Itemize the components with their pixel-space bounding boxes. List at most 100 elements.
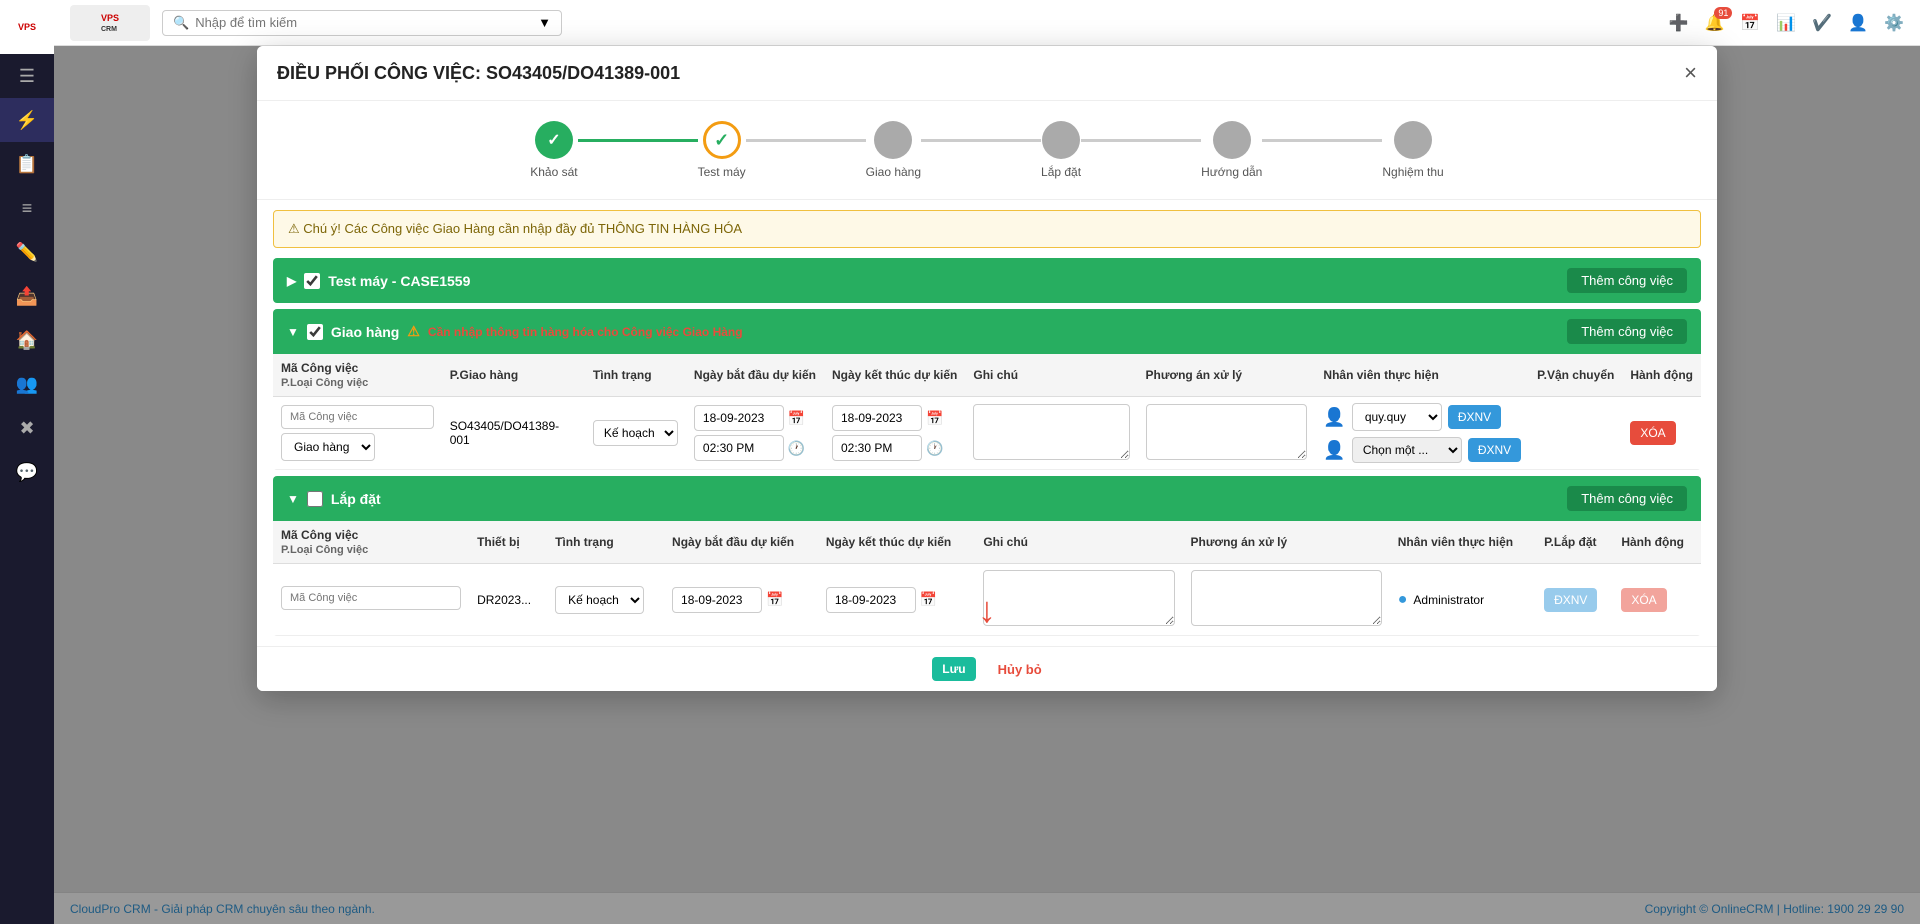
th-ghi-chu-ld: Ghi chú (975, 521, 1182, 564)
sidebar-icon-docs[interactable]: 📋 (0, 142, 54, 186)
step-line-1 (578, 139, 698, 142)
lap-dat-table-head: Mã Công việcP.Loại Công việc Thiết bị Tì… (273, 521, 1701, 564)
clock-btn-start-gh[interactable]: 🕐 (788, 440, 805, 457)
sidebar-icon-active[interactable]: ⚡ (0, 98, 54, 142)
steps-container: ✓ Khảo sát ✓ Test máy Giao hàng (257, 101, 1717, 200)
expand-arrow-lapdat[interactable]: ▼ (287, 492, 299, 506)
close-button[interactable]: × (1684, 60, 1697, 86)
expand-arrow-testmay[interactable]: ▶ (287, 274, 296, 288)
dxnv-btn-1-gh[interactable]: ĐXNV (1448, 405, 1501, 429)
step-label-giaohang: Giao hàng (866, 165, 921, 179)
input-ngay-bat-dau-ld[interactable] (672, 587, 762, 613)
sidebar-icon-home[interactable]: 🏠 (0, 318, 54, 362)
step-line-2 (746, 139, 866, 142)
sidebar-icon-edit[interactable]: ✏️ (0, 230, 54, 274)
input-gio-bat-dau-gh[interactable] (694, 435, 784, 461)
th-ngay-ket-thuc-ld: Ngày kết thúc dự kiến (818, 521, 976, 564)
calendar-btn-start-gh[interactable]: 📅 (788, 410, 805, 427)
warn-icon-giaohang: ⚠ (407, 323, 420, 340)
save-button[interactable]: Lưu (932, 657, 975, 681)
calendar-btn-end-ld[interactable]: 📅 (920, 591, 937, 608)
td-hanh-dong-ld: XÓA (1613, 564, 1701, 636)
step-label-khaosat: Khảo sát (530, 165, 577, 179)
giao-hang-header-row: Mã Công việcP.Loại Công việc P.Giao hàng… (273, 354, 1701, 397)
sidebar-logo: VPS (0, 0, 54, 54)
sidebar-icon-chat[interactable]: 💬 (0, 450, 54, 494)
th-p-lap-dat: P.Lắp đặt (1536, 521, 1613, 564)
th-ghi-chu-gh: Ghi chú (965, 354, 1137, 397)
checkbox-giaohang[interactable] (307, 324, 323, 340)
calendar-btn-end-gh[interactable]: 📅 (926, 410, 943, 427)
select-tinh-trang-gh[interactable]: Kế hoạch (593, 420, 678, 446)
add-cong-viec-testmay-button[interactable]: Thêm công việc (1567, 268, 1687, 293)
th-phuong-an-ld: Phương án xử lý (1183, 521, 1390, 564)
sidebar-icon-list[interactable]: ≡ (0, 186, 54, 230)
step-huong-dan: Hướng dẫn (1201, 121, 1262, 179)
td-ghi-chu-gh (965, 397, 1137, 470)
warning-text: ⚠ Chú ý! Các Công việc Giao Hàng cần nhậ… (288, 221, 742, 237)
calendar-icon[interactable]: 📅 (1740, 13, 1760, 33)
calendar-btn-start-ld[interactable]: 📅 (766, 591, 783, 608)
dxnv-btn-ld[interactable]: ĐXNV (1544, 588, 1597, 612)
search-input[interactable] (195, 15, 532, 30)
input-ngay-bat-dau-gh[interactable] (694, 405, 784, 431)
sidebar-icon-close[interactable]: ✖ (0, 406, 54, 450)
sidebar-icon-upload[interactable]: 📤 (0, 274, 54, 318)
textarea-ghi-chu-ld[interactable] (983, 570, 1174, 626)
input-ma-cong-viec-ld[interactable] (281, 586, 461, 610)
textarea-ghi-chu-gh[interactable] (973, 404, 1129, 460)
nhan-vien-ld-value: Administrator (1413, 593, 1484, 607)
table-row: Giao hàng SO43405/DO41389-001 (273, 397, 1701, 470)
td-ma-cong-viec-ld (273, 564, 469, 636)
input-ngay-ket-thuc-gh[interactable] (832, 405, 922, 431)
section-giao-hang-header: ▼ Giao hàng ⚠ Cần nhập thông tin hàng hó… (273, 309, 1701, 354)
sidebar-icon-users[interactable]: 👥 (0, 362, 54, 406)
add-cong-viec-lapdat-button[interactable]: Thêm công việc (1567, 486, 1687, 511)
textarea-phuong-an-ld[interactable] (1191, 570, 1382, 626)
select-loai-cong-viec-gh[interactable]: Giao hàng (281, 433, 375, 461)
notification-badge: 91 (1714, 7, 1732, 19)
xoa-btn-gh[interactable]: XÓA (1630, 421, 1675, 445)
td-p-lap-dat: ĐXNV (1536, 564, 1613, 636)
section-lap-dat: ▼ Lắp đặt Thêm công việc Mã Công việcP.L… (273, 476, 1701, 636)
td-ngay-bat-dau-gh: 📅 🕐 (686, 397, 824, 470)
th-thiet-bi: Thiết bị (469, 521, 547, 564)
thiet-bi-value: DR2023... (477, 593, 531, 607)
step-line-4 (1081, 139, 1201, 142)
table-row-ld: DR2023... Kế hoạch (273, 564, 1701, 636)
checkbox-lapdat[interactable] (307, 491, 323, 507)
td-tinh-trang-gh: Kế hoạch (585, 397, 686, 470)
td-phuong-an-ld (1183, 564, 1390, 636)
logo-text: VPS (18, 22, 36, 32)
cancel-button[interactable]: Hủy bỏ (998, 662, 1042, 677)
input-gio-ket-thuc-gh[interactable] (832, 435, 922, 461)
dxnv-btn-2-gh[interactable]: ĐXNV (1468, 438, 1521, 462)
input-ngay-ket-thuc-ld[interactable] (826, 587, 916, 613)
checkbox-testmay[interactable] (304, 273, 320, 289)
steps: ✓ Khảo sát ✓ Test máy Giao hàng (530, 121, 1443, 179)
textarea-phuong-an-gh[interactable] (1146, 404, 1308, 460)
chart-icon[interactable]: 📊 (1776, 13, 1796, 33)
clock-btn-end-gh[interactable]: 🕐 (926, 440, 943, 457)
th-tinh-trang-gh: Tình trạng (585, 354, 686, 397)
chon-mot-select-gh[interactable]: Chọn một ... (1352, 437, 1462, 463)
sidebar-icon-menu[interactable]: ☰ (0, 54, 54, 98)
xoa-btn-ld[interactable]: XÓA (1621, 588, 1666, 612)
step-test-may: ✓ Test máy (698, 121, 746, 179)
user-icon[interactable]: 👤 (1848, 13, 1868, 33)
notification-icon[interactable]: 🔔 91 (1704, 13, 1724, 33)
select-tinh-trang-ld[interactable]: Kế hoạch (555, 586, 644, 614)
search-bar[interactable]: 🔍 ▼ (162, 10, 562, 36)
check-icon[interactable]: ✔️ (1812, 13, 1832, 33)
input-ma-cong-viec-gh[interactable] (281, 405, 434, 429)
add-icon[interactable]: ➕ (1669, 13, 1689, 33)
settings-icon[interactable]: ⚙️ (1884, 13, 1904, 33)
td-ngay-ket-thuc-gh: 📅 🕐 (824, 397, 965, 470)
add-cong-viec-giaohang-button[interactable]: Thêm công việc (1567, 319, 1687, 344)
lap-dat-table-container: Mã Công việcP.Loại Công việc Thiết bị Tì… (273, 521, 1701, 636)
expand-arrow-giaohang[interactable]: ▼ (287, 325, 299, 339)
p-giao-hang-value: SO43405/DO41389-001 (450, 419, 559, 447)
th-p-giao-hang: P.Giao hàng (442, 354, 585, 397)
select-nhan-vien-1-gh[interactable]: quy.quy (1352, 403, 1442, 431)
section-lap-dat-title: Lắp đặt (331, 491, 381, 507)
